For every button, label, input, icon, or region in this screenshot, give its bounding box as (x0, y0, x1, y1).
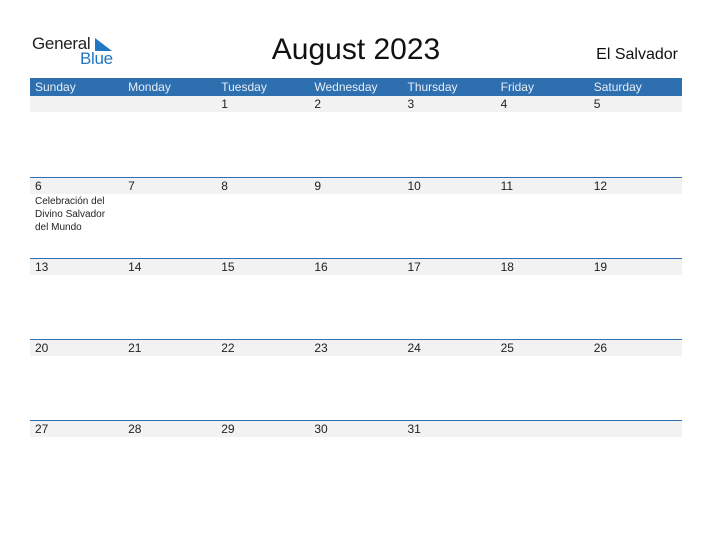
day-cell (30, 96, 124, 177)
week-row: 20 21 22 23 24 25 26 (30, 339, 682, 420)
day-cell: 9 (309, 178, 403, 258)
week-row: 13 14 15 16 17 18 19 (30, 258, 682, 339)
day-number: 23 (309, 340, 403, 356)
day-cell (123, 96, 217, 177)
day-number: 3 (402, 96, 496, 112)
day-number: 12 (588, 178, 682, 194)
day-cell (495, 421, 589, 501)
day-number: 26 (588, 340, 682, 356)
day-cell: 13 (30, 259, 124, 339)
day-cell: 30 (309, 421, 403, 501)
day-number: 2 (309, 96, 403, 112)
day-number: 31 (402, 421, 496, 437)
day-cell: 31 (402, 421, 496, 501)
week-row: 6 Celebración del Divino Salvador del Mun… (30, 177, 682, 258)
holiday-event: Celebración del Divino Salvador del Mund… (35, 196, 106, 233)
weekday-saturday: Saturday (593, 80, 642, 94)
day-cell: 24 (402, 340, 496, 420)
day-number: 6 (30, 178, 124, 194)
day-cell: 21 (123, 340, 217, 420)
day-number: 9 (309, 178, 403, 194)
day-number: 1 (216, 96, 310, 112)
weekday-wednesday: Wednesday (314, 80, 378, 94)
day-number (588, 421, 682, 437)
day-cell: 22 (216, 340, 310, 420)
day-cell: 19 (588, 259, 682, 339)
weekday-tuesday: Tuesday (221, 80, 267, 94)
day-number: 14 (123, 259, 217, 275)
day-cell: 4 (495, 96, 589, 177)
day-cell: 23 (309, 340, 403, 420)
day-cell: 15 (216, 259, 310, 339)
weekday-sunday: Sunday (35, 80, 76, 94)
day-cell: 11 (495, 178, 589, 258)
day-cell: 20 (30, 340, 124, 420)
day-number: 24 (402, 340, 496, 356)
day-cell: 26 (588, 340, 682, 420)
country-label: El Salvador (596, 46, 678, 63)
day-number (123, 96, 217, 112)
day-number: 21 (123, 340, 217, 356)
day-cell (588, 421, 682, 501)
weekday-header: Sunday Monday Tuesday Wednesday Thursday Frid… (30, 78, 682, 96)
day-number: 29 (216, 421, 310, 437)
day-cell: 14 (123, 259, 217, 339)
day-number: 4 (495, 96, 589, 112)
day-cell: 2 (309, 96, 403, 177)
day-number: 16 (309, 259, 403, 275)
day-cell: 25 (495, 340, 589, 420)
day-number: 27 (30, 421, 124, 437)
day-number: 25 (495, 340, 589, 356)
day-number: 8 (216, 178, 310, 194)
day-number: 7 (123, 178, 217, 194)
day-number: 28 (123, 421, 217, 437)
day-number: 18 (495, 259, 589, 275)
day-number: 5 (588, 96, 682, 112)
day-number: 30 (309, 421, 403, 437)
day-cell: 18 (495, 259, 589, 339)
day-cell: 6 Celebración del Divino Salvador del Mun… (30, 178, 124, 258)
day-number: 22 (216, 340, 310, 356)
day-cell: 28 (123, 421, 217, 501)
week-row: 27 28 29 30 31 (30, 420, 682, 501)
day-number: 11 (495, 178, 589, 194)
weekday-monday: Monday (128, 80, 171, 94)
day-number: 10 (402, 178, 496, 194)
day-cell: 3 (402, 96, 496, 177)
day-cell: 1 (216, 96, 310, 177)
day-cell: 5 (588, 96, 682, 177)
day-cell: 17 (402, 259, 496, 339)
day-cell: 12 (588, 178, 682, 258)
day-number: 15 (216, 259, 310, 275)
day-cell: 16 (309, 259, 403, 339)
day-cell: 27 (30, 421, 124, 501)
week-row: 12345 (30, 96, 682, 177)
day-number: 20 (30, 340, 124, 356)
day-cell: 29 (216, 421, 310, 501)
day-number: 17 (402, 259, 496, 275)
weekday-friday: Friday (500, 80, 534, 94)
weekday-thursday: Thursday (407, 80, 458, 94)
day-number (495, 421, 589, 437)
calendar-grid: Sunday Monday Tuesday Wednesday Thursday Frid… (30, 78, 682, 501)
day-number: 19 (588, 259, 682, 275)
day-number: 13 (30, 259, 124, 275)
day-cell: 10 (402, 178, 496, 258)
day-cell: 7 (123, 178, 217, 258)
day-cell: 8 (216, 178, 310, 258)
day-number (30, 96, 124, 112)
